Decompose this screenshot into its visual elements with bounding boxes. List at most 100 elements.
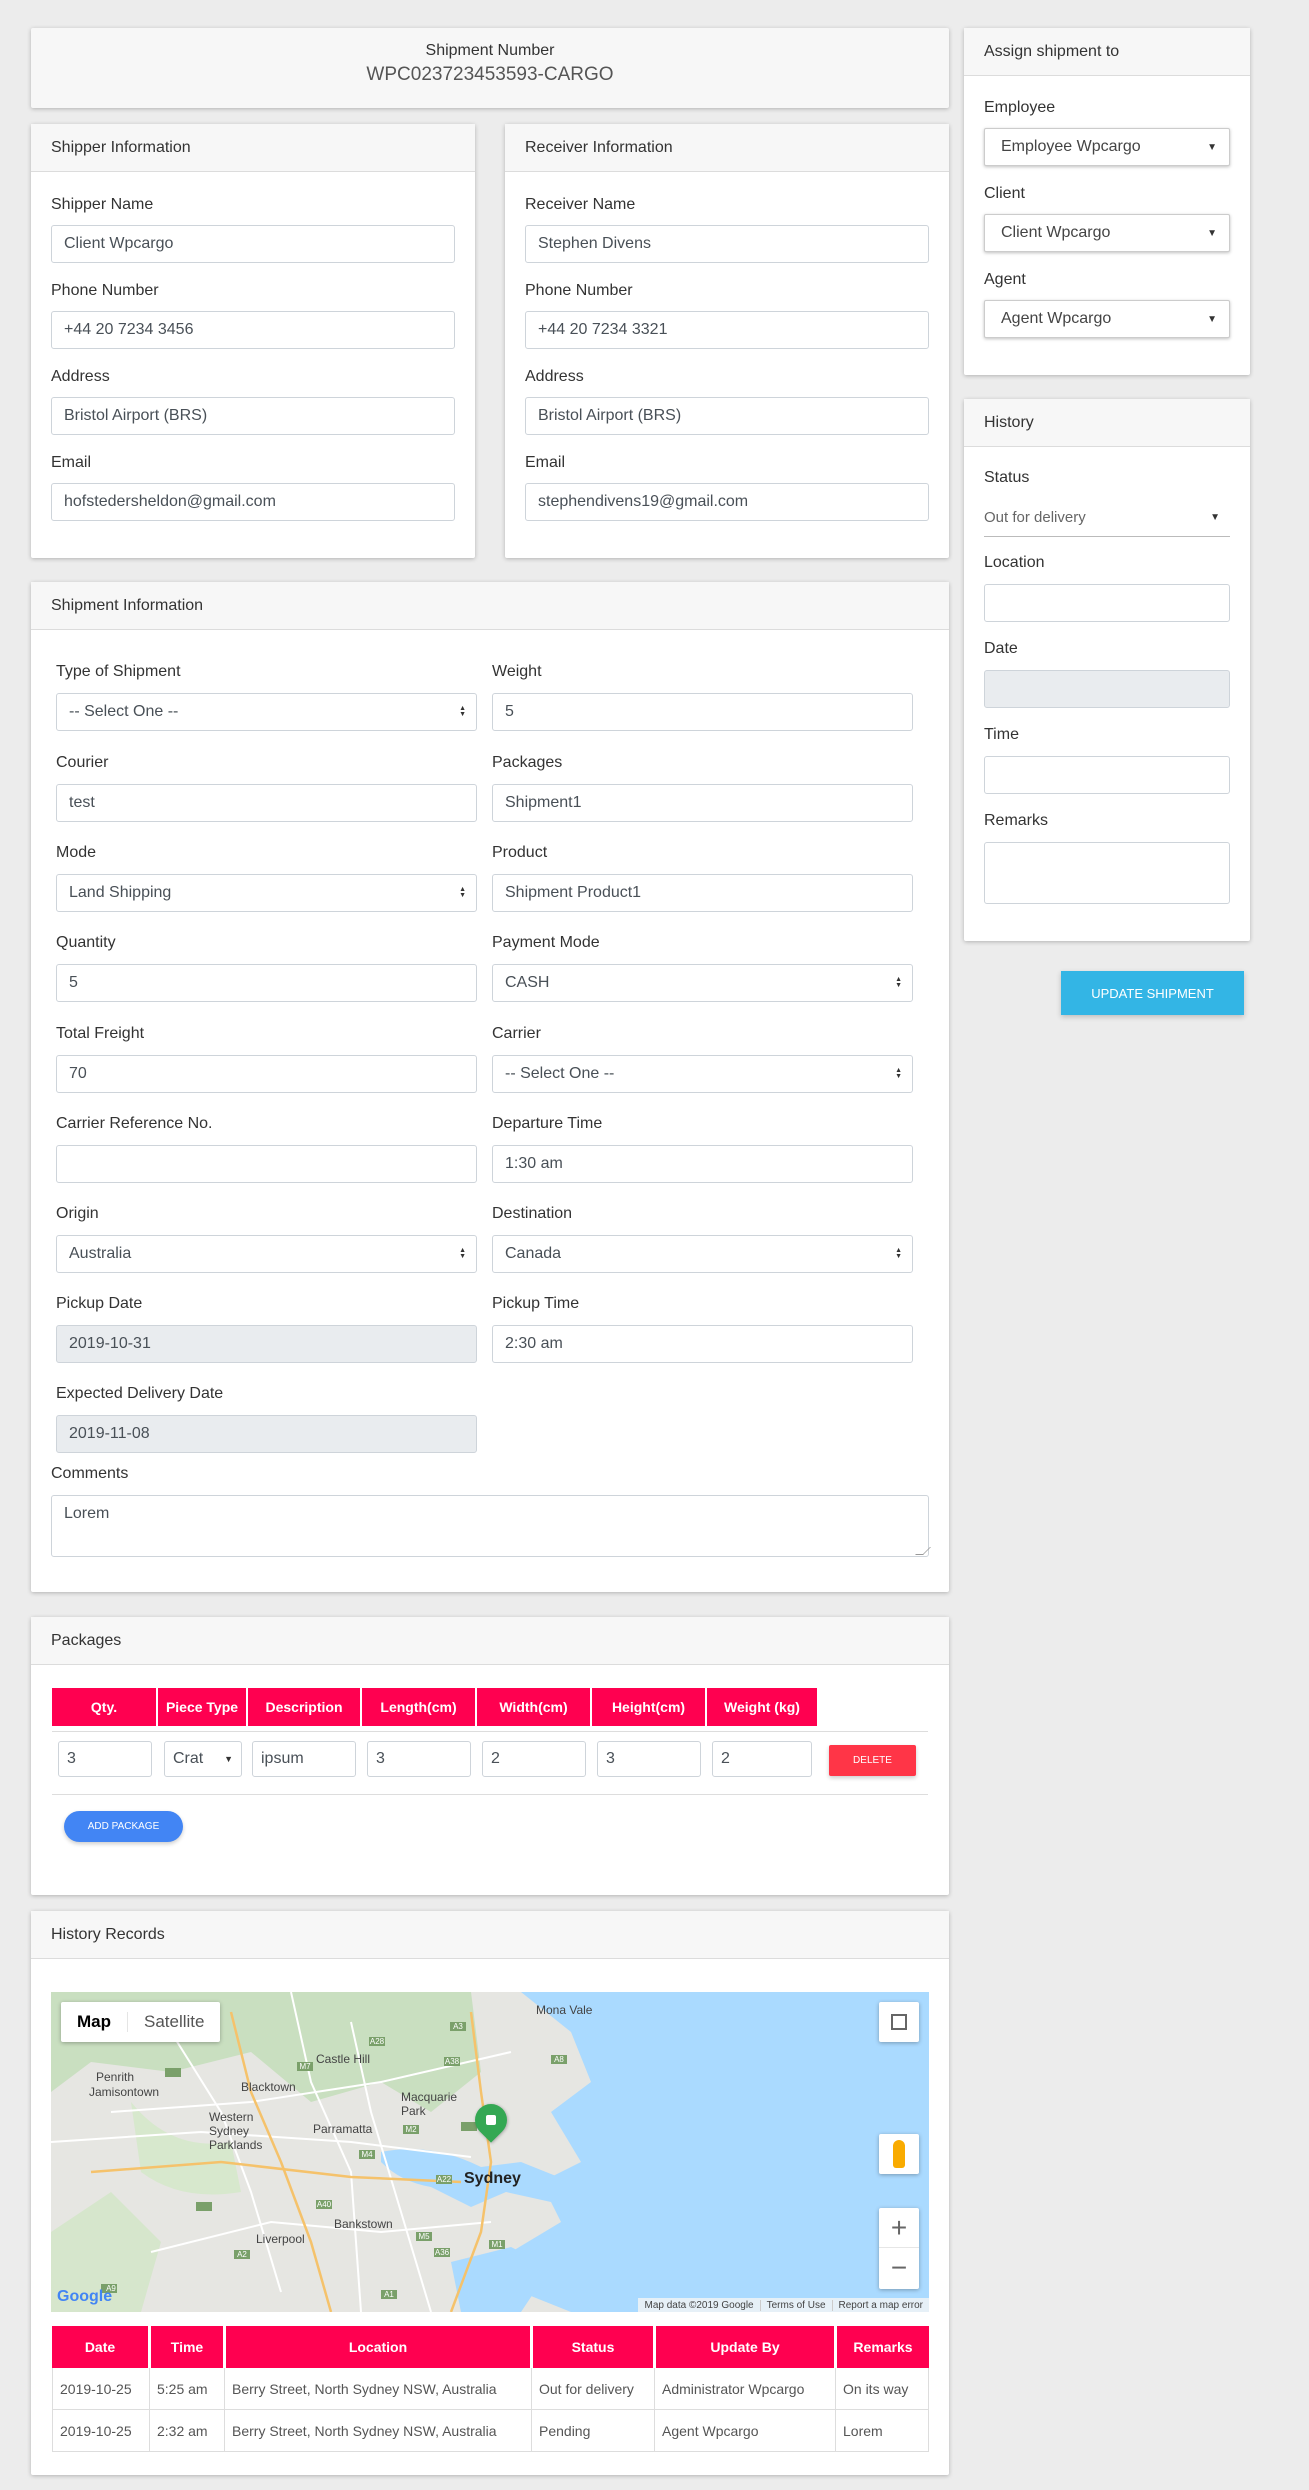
map-view[interactable]: Map Satellite Mona Vale Castle Hill Penr… [51, 1992, 929, 2312]
employee-value: Employee Wpcargo [1001, 138, 1141, 155]
quantity-input[interactable]: 5 [56, 964, 477, 1002]
shipment-number-label: Shipment Number [425, 42, 555, 59]
satellite-tab[interactable]: Satellite [127, 2012, 220, 2032]
map-label-parramatta: Parramatta [313, 2122, 373, 2136]
pkg-qty-input[interactable]: 3 [58, 1741, 152, 1777]
destination-select[interactable]: Canada [492, 1235, 913, 1273]
pickup-date-input[interactable]: 2019-10-31 [56, 1325, 477, 1363]
records-header-date: Date [52, 2326, 148, 2368]
destination-label: Destination [492, 1205, 573, 1222]
map-label-western-sydney: Western Sydney Parklands [209, 2110, 263, 2152]
receiver-address-input[interactable]: Bristol Airport (BRS) [525, 397, 929, 435]
shipper-address-label: Address [51, 368, 110, 385]
courier-input[interactable]: test [56, 784, 477, 822]
pkg-height-input[interactable]: 3 [597, 1741, 701, 1777]
departure-label: Departure Time [492, 1115, 603, 1132]
report-error-link[interactable]: Report a map error [831, 2299, 929, 2311]
status-value: Out for delivery [984, 509, 1086, 526]
mode-label: Mode [56, 844, 97, 861]
map-road-a28: A28 [369, 2037, 385, 2046]
shipment-number-card: Shipment Number WPC023723453593-CARGO [31, 28, 949, 108]
shipper-phone-label: Phone Number [51, 282, 159, 299]
comments-textarea[interactable]: Lorem [51, 1495, 929, 1557]
pkg-width-input[interactable]: 2 [482, 1741, 586, 1777]
pkg-description-input[interactable]: ipsum [252, 1741, 356, 1777]
records-row-divider [52, 2451, 929, 2452]
departure-input[interactable]: 1:30 am [492, 1145, 913, 1183]
weight-input[interactable]: 5 [492, 693, 913, 731]
time-input[interactable] [984, 756, 1230, 794]
map-road-a40: A40 [316, 2200, 332, 2209]
assign-card: Assign shipment to Employee Employee Wpc… [964, 28, 1250, 375]
pkg-header-width: Width(cm) [477, 1688, 590, 1726]
freight-input[interactable]: 70 [56, 1055, 477, 1093]
map-data-credit: Map data ©2019 Google [644, 2299, 754, 2311]
fullscreen-icon [891, 2014, 907, 2030]
zoom-out-button[interactable]: − [879, 2248, 919, 2288]
remarks-label: Remarks [984, 812, 1049, 829]
packages-input[interactable]: Shipment1 [492, 784, 913, 822]
map-label-bankstown: Bankstown [334, 2217, 393, 2231]
map-road-m1: M1 [491, 2240, 503, 2249]
date-input[interactable] [984, 670, 1230, 708]
add-package-button[interactable]: ADD PACKAGE [64, 1811, 183, 1842]
employee-label: Employee [984, 99, 1056, 116]
shipper-phone-input[interactable]: +44 20 7234 3456 [51, 311, 455, 349]
record-2-date: 2019-10-25 [60, 2422, 132, 2439]
shipper-address-input[interactable]: Bristol Airport (BRS) [51, 397, 455, 435]
delete-package-button[interactable]: DELETE [829, 1745, 916, 1776]
records-header-status: Status [533, 2326, 653, 2368]
pkg-length-input[interactable]: 3 [367, 1741, 471, 1777]
receiver-card: Receiver Information Receiver Name Steph… [505, 124, 949, 558]
shipment-number: WPC023723453593-CARGO [366, 64, 614, 85]
time-label: Time [984, 726, 1019, 743]
map-road-a1: A1 [384, 2290, 394, 2299]
receiver-name-input[interactable]: Stephen Divens [525, 225, 929, 263]
pkg-header-length: Length(cm) [362, 1688, 475, 1726]
agent-select[interactable]: Agent Wpcargo ▼ [984, 300, 1230, 338]
expected-input[interactable]: 2019-11-08 [56, 1415, 477, 1453]
history-title: History [964, 399, 1250, 447]
agent-value: Agent Wpcargo [1001, 310, 1112, 327]
records-header-update-by: Update By [656, 2326, 834, 2368]
zoom-in-button[interactable]: + [879, 2208, 919, 2248]
shipper-name-input[interactable]: Client Wpcargo [51, 225, 455, 263]
product-input[interactable]: Shipment Product1 [492, 874, 913, 912]
update-shipment-button[interactable]: UPDATE SHIPMENT [1061, 971, 1244, 1015]
assign-title: Assign shipment to [964, 28, 1250, 76]
map-road-a3: A3 [453, 2022, 463, 2031]
payment-select[interactable]: CASH [492, 964, 913, 1002]
street-view-button[interactable] [879, 2134, 919, 2174]
pickup-time-input[interactable]: 2:30 am [492, 1325, 913, 1363]
fullscreen-button[interactable] [879, 2002, 919, 2042]
zoom-controls: + − [879, 2208, 919, 2289]
map-tab[interactable]: Map [61, 2012, 127, 2032]
receiver-email-input[interactable]: stephendivens19@gmail.com [525, 483, 929, 521]
carrier-ref-input[interactable] [56, 1145, 477, 1183]
courier-label: Courier [56, 754, 109, 771]
record-1-time: 5:25 am [157, 2380, 208, 2397]
mode-select[interactable]: Land Shipping [56, 874, 477, 912]
receiver-phone-input[interactable]: +44 20 7234 3321 [525, 311, 929, 349]
client-select[interactable]: Client Wpcargo ▼ [984, 214, 1230, 252]
type-label: Type of Shipment [56, 663, 181, 680]
map-label-castle-hill: Castle Hill [316, 2052, 371, 2066]
plus-icon: + [890, 2211, 908, 2243]
pickup-date-label: Pickup Date [56, 1295, 143, 1312]
type-select[interactable]: -- Select One -- [56, 693, 477, 731]
pkg-weight-input[interactable]: 2 [712, 1741, 812, 1777]
employee-select[interactable]: Employee Wpcargo ▼ [984, 128, 1230, 166]
map-label-blacktown: Blacktown [241, 2080, 296, 2094]
shipper-email-input[interactable]: hofstedersheldon@gmail.com [51, 483, 455, 521]
location-label: Location [984, 554, 1045, 571]
status-label: Status [984, 469, 1030, 486]
terms-link[interactable]: Terms of Use [759, 2299, 832, 2311]
carrier-select[interactable]: -- Select One -- [492, 1055, 913, 1093]
map-type-toggle: Map Satellite [61, 2002, 221, 2042]
pkg-piece-type-select[interactable]: Crat ▼ [164, 1741, 242, 1777]
location-input[interactable] [984, 584, 1230, 622]
status-select[interactable]: Out for delivery ▼ [984, 499, 1230, 537]
record-1-location: Berry Street, North Sydney NSW, Australi… [232, 2380, 497, 2397]
remarks-textarea[interactable] [984, 842, 1230, 904]
origin-select[interactable]: Australia [56, 1235, 477, 1273]
